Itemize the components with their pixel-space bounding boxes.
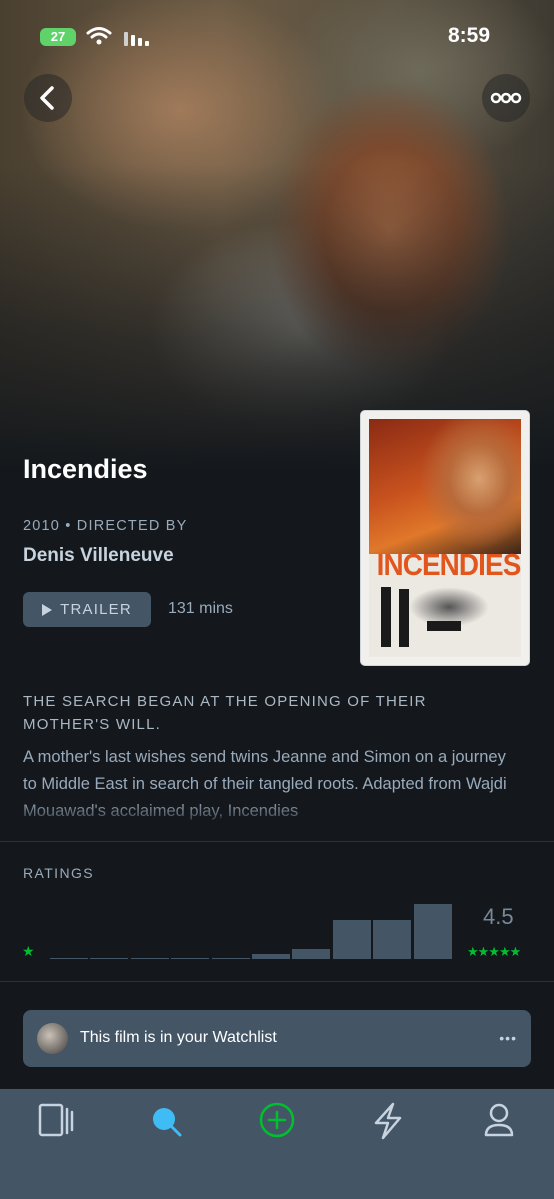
histogram-bar [413, 904, 452, 959]
poster-truck [427, 621, 461, 631]
histogram-bar [292, 949, 331, 959]
average-rating: 4.5 [483, 904, 514, 929]
tab-films[interactable] [27, 1101, 83, 1141]
histogram-bar [252, 954, 290, 959]
watchlist-text: This film is in your Watchlist [80, 1029, 277, 1046]
histogram-bar [90, 958, 129, 959]
tab-profile[interactable] [471, 1101, 527, 1141]
synopsis-fade [0, 800, 554, 830]
back-button[interactable] [24, 74, 72, 122]
poster-portrait [369, 419, 521, 554]
poster-figure [399, 589, 409, 647]
tab-search[interactable] [138, 1101, 194, 1141]
cellular-signal-icon [124, 32, 149, 46]
runtime: 131 mins [168, 600, 233, 617]
films-icon [38, 1103, 74, 1137]
release-year[interactable]: 2010 [23, 518, 60, 534]
poster-figure [381, 587, 391, 647]
histogram-bar [50, 958, 88, 959]
more-options-button[interactable] [482, 74, 530, 122]
meta-separator: • [60, 518, 77, 534]
director-name[interactable]: Denis Villeneuve [23, 545, 174, 567]
poster-title-text: INCENDIES [376, 547, 521, 582]
watchlist-more-button[interactable]: ••• [499, 1030, 517, 1046]
histogram-bar [171, 958, 210, 959]
histogram-bar [332, 920, 371, 959]
search-icon [153, 1108, 182, 1137]
profile-icon [484, 1103, 514, 1137]
avatar [37, 1023, 68, 1054]
tab-bar [0, 1089, 554, 1199]
tagline: THE SEARCH BEGAN AT THE OPENING OF THEIR… [23, 693, 427, 733]
directed-by-label: DIRECTED BY [76, 518, 188, 534]
trailer-button[interactable]: TRAILER [23, 592, 151, 627]
star-icon: ★ [22, 943, 35, 959]
ratings-histogram[interactable] [50, 900, 454, 959]
play-icon [42, 603, 53, 616]
status-time: 8:59 [447, 24, 490, 47]
chevron-left-icon [40, 86, 54, 110]
histogram-bar [130, 958, 169, 959]
activity-icon [374, 1102, 402, 1140]
film-title: Incendies [23, 454, 148, 484]
poster-artwork: INCENDIES [369, 419, 521, 657]
battery-indicator: 27 [40, 28, 76, 46]
backdrop-fade [0, 0, 554, 470]
add-icon [259, 1102, 295, 1138]
ratings-label: RATINGS [23, 865, 94, 881]
histogram-bar [373, 920, 412, 959]
film-meta: 2010 • DIRECTED BY [23, 518, 187, 534]
five-star-icon: ★★★★★ [467, 944, 521, 959]
trailer-label: TRAILER [60, 601, 132, 618]
histogram-bar [211, 958, 250, 959]
tab-activity[interactable] [360, 1101, 416, 1141]
tab-add[interactable] [249, 1101, 305, 1141]
watchlist-banner[interactable]: This film is in your Watchlist ••• [23, 1010, 531, 1067]
backdrop-image [0, 0, 554, 470]
wifi-icon [86, 27, 112, 45]
divider [0, 841, 554, 842]
divider [0, 981, 554, 982]
more-horizontal-icon [490, 92, 522, 104]
film-poster[interactable]: INCENDIES [360, 410, 530, 666]
